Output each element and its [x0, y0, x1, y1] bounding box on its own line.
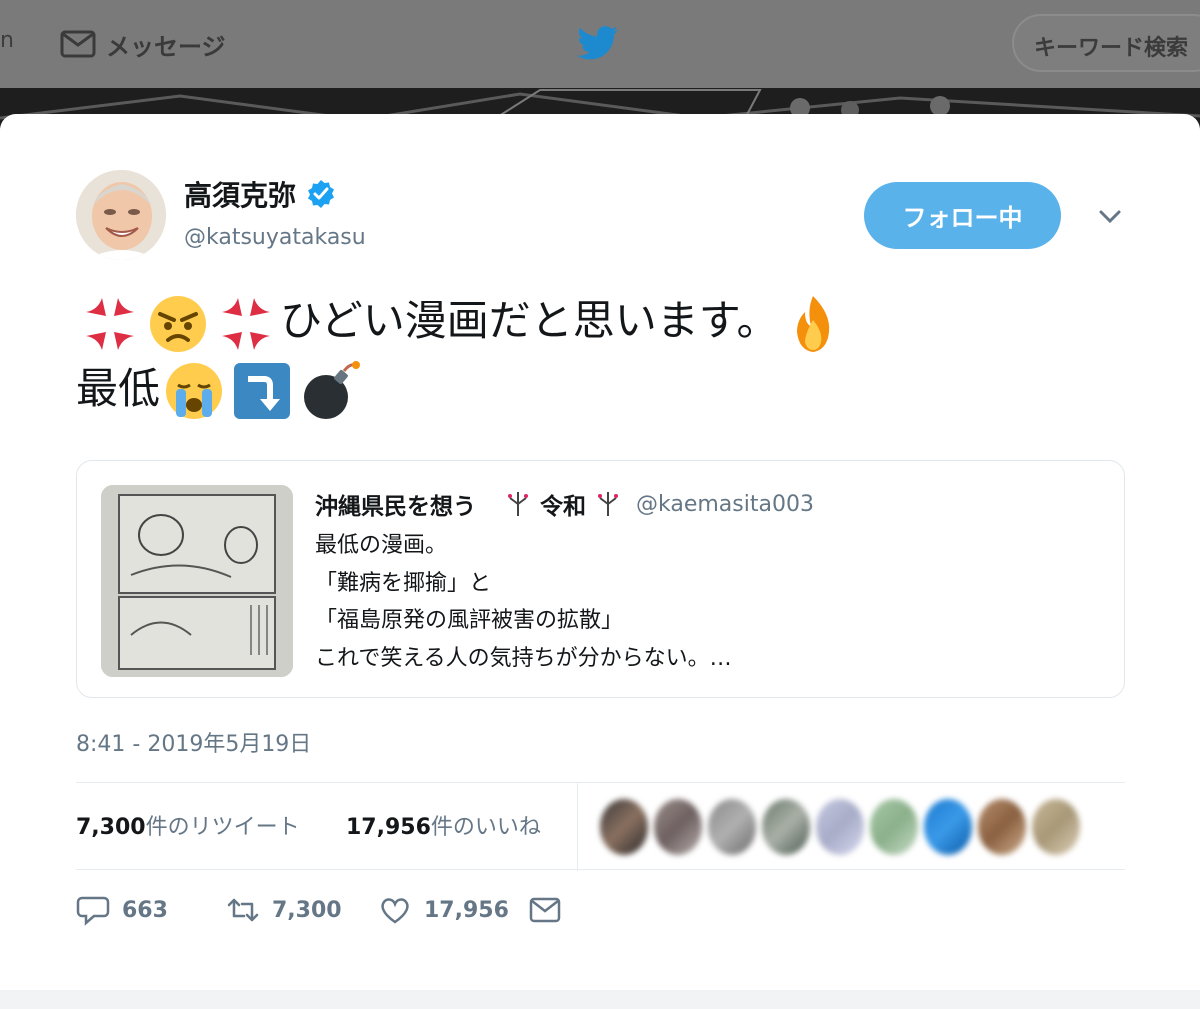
avatar[interactable] [76, 170, 166, 260]
tweet-stats: 7,300件のリツイート 17,956件のいいね [76, 782, 1125, 871]
retweet-action-count: 7,300 [272, 897, 342, 923]
heart-icon [381, 898, 409, 924]
crying-face-icon [166, 363, 223, 419]
quoted-author-name-suffix: 令和 [540, 494, 586, 520]
retweet-count-stat[interactable]: 7,300件のリツイート [76, 809, 300, 841]
tweet-text: ひどい漫画だと思います。 最低 [76, 288, 1076, 423]
following-button[interactable]: フォロー中 [864, 182, 1061, 249]
retweet-count-label: 件のリツイート [145, 815, 300, 840]
tweet-text-line-1: ひどい漫画だと思います。 [280, 296, 779, 345]
tweet-line-2: 最低 [76, 356, 1076, 424]
liker-avatar[interactable] [654, 799, 702, 855]
retweet-count: 7,300 [76, 815, 146, 840]
liker-avatar[interactable] [762, 799, 810, 855]
search-input[interactable]: キーワード検索 [1012, 14, 1200, 72]
liker-avatar[interactable] [600, 799, 648, 855]
retweet-icon [227, 898, 259, 922]
quoted-tweet-text: 最低の漫画。 「難病を揶揄」と 「福島原発の風評被害の拡散」 これで笑える人の気… [315, 527, 732, 677]
quoted-text-line: 「難病を揶揄」と [315, 570, 492, 596]
anger-icon [222, 297, 270, 350]
top-navigation: n メッセージ キーワード検索 [0, 0, 1200, 88]
reply-icon [76, 896, 110, 926]
envelope-icon [529, 897, 561, 923]
reply-button[interactable]: 663 [76, 894, 168, 926]
tweet-line-1: ひどい漫画だと思います。 [76, 288, 1076, 356]
display-name[interactable]: 高須克弥 [184, 174, 336, 214]
liker-avatar[interactable] [870, 799, 918, 855]
like-count: 17,956 [346, 815, 431, 840]
sparkle-icon [508, 492, 528, 516]
bomb-icon [304, 361, 361, 419]
user-handle[interactable]: @katsuyatakasu [184, 225, 366, 250]
tweet-text-line-2: 最低 [76, 363, 161, 413]
fire-icon [796, 295, 829, 352]
sparkle-icon [598, 492, 618, 516]
liker-avatar[interactable] [816, 799, 864, 855]
arrow-down-icon [234, 363, 291, 419]
twitter-bird-icon[interactable] [576, 24, 620, 64]
retweet-button[interactable]: 7,300 [226, 894, 342, 926]
display-name-text: 高須克弥 [184, 179, 297, 212]
direct-message-button[interactable] [528, 894, 562, 926]
angry-face-icon [150, 295, 206, 352]
quoted-text-line: これで笑える人の気持ちが分からない。… [315, 645, 732, 671]
like-count-stat[interactable]: 17,956件のいいね [346, 809, 541, 841]
like-count-label: 件のいいね [430, 815, 541, 840]
liker-avatar[interactable] [1032, 799, 1080, 855]
quoted-author-handle: @kaemasita003 [636, 491, 814, 517]
like-button[interactable]: 17,956 [378, 894, 509, 926]
card-footer [0, 990, 1200, 1009]
liker-avatar[interactable] [978, 799, 1026, 855]
reply-count: 663 [122, 897, 168, 923]
nav-messages[interactable]: メッセージ [60, 26, 226, 62]
verified-badge-icon [308, 180, 335, 208]
quoted-text-line: 最低の漫画。 [315, 533, 448, 558]
quoted-tweet-image[interactable] [101, 485, 293, 677]
anger-icon [86, 297, 134, 350]
stats-divider [577, 783, 578, 871]
liker-avatar[interactable] [924, 799, 972, 855]
quoted-tweet-header: 沖縄県民を想う 令和 @kaemasita003 [315, 487, 814, 521]
nav-edge-item[interactable]: n [0, 28, 14, 58]
envelope-icon [60, 30, 96, 58]
like-action-count: 17,956 [424, 897, 509, 923]
nav-messages-label: メッセージ [106, 32, 226, 61]
quoted-tweet[interactable]: 沖縄県民を想う 令和 @kaemasita003 最低の漫画。 「難病を揶揄」と… [76, 460, 1125, 698]
tweet-timestamp[interactable]: 8:41 - 2019年5月19日 [76, 726, 311, 758]
chevron-down-icon[interactable] [1096, 202, 1124, 230]
quoted-author-name: 沖縄県民を想う [315, 494, 476, 520]
quoted-text-line: 「福島原発の風評被害の拡散」 [315, 608, 624, 633]
liker-avatar[interactable] [708, 799, 756, 855]
